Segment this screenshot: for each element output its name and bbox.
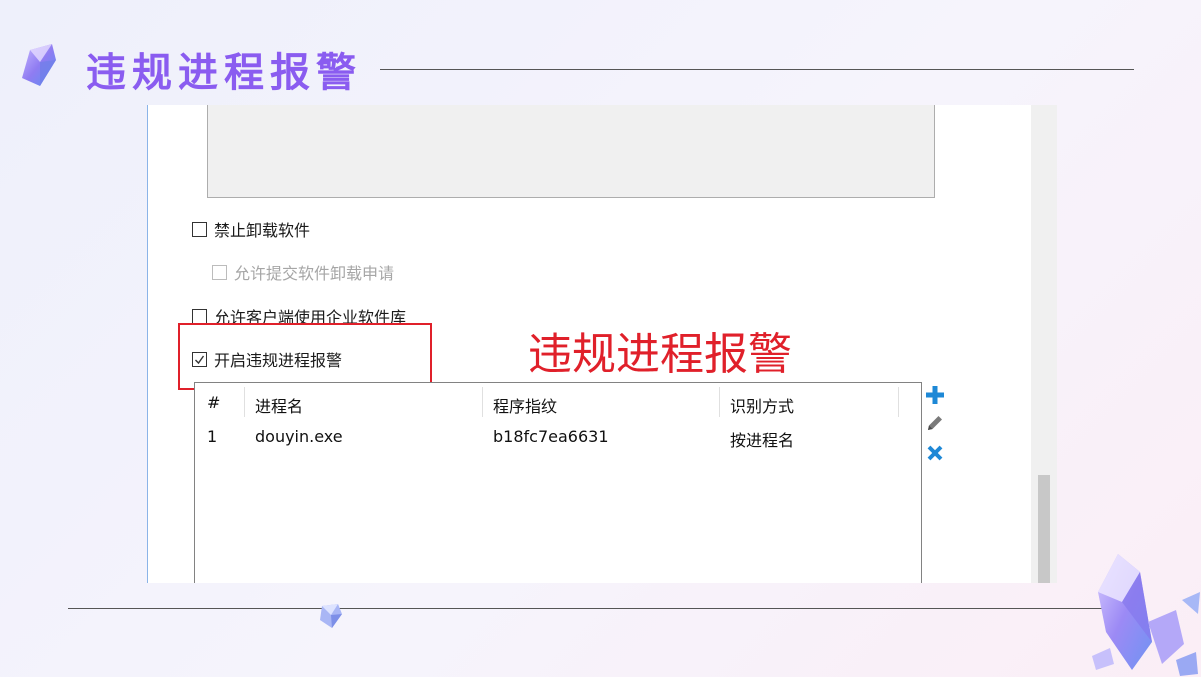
process-table[interactable]: # 进程名 程序指纹 识别方式 1 douyin.exe b18fc7ea663… bbox=[194, 382, 922, 583]
scrollbar-thumb[interactable] bbox=[1038, 475, 1050, 583]
col-method[interactable]: 识别方式 bbox=[730, 393, 794, 417]
check-icon bbox=[195, 355, 205, 364]
slide-title: 违规进程报警 bbox=[86, 50, 362, 96]
table-header: # 进程名 程序指纹 识别方式 bbox=[195, 383, 899, 421]
pencil-icon bbox=[928, 416, 942, 430]
delete-button[interactable] bbox=[924, 442, 946, 464]
col-index[interactable]: # bbox=[207, 393, 220, 412]
cell-fingerprint: b18fc7ea6631 bbox=[493, 427, 609, 446]
option-forbid-uninstall[interactable]: 禁止卸载软件 bbox=[192, 217, 310, 241]
checkbox-checked[interactable] bbox=[192, 351, 207, 367]
close-icon bbox=[927, 445, 943, 461]
crystal-icon bbox=[320, 604, 342, 628]
checkbox[interactable] bbox=[192, 308, 207, 324]
option-label: 禁止卸载软件 bbox=[214, 221, 311, 240]
option-enable-violation-alarm[interactable]: 开启违规进程报警 bbox=[192, 347, 342, 371]
col-fingerprint[interactable]: 程序指纹 bbox=[493, 393, 557, 417]
checkbox[interactable] bbox=[192, 221, 207, 237]
checkbox bbox=[212, 264, 227, 280]
edit-button[interactable] bbox=[924, 412, 946, 434]
crystal-icon bbox=[22, 44, 56, 86]
text-area[interactable] bbox=[207, 105, 935, 198]
cell-method: 按进程名 bbox=[730, 431, 795, 450]
scrollbar[interactable] bbox=[1031, 105, 1057, 583]
title-divider bbox=[380, 69, 1134, 70]
bottom-divider bbox=[68, 608, 1108, 609]
plus-icon bbox=[926, 386, 944, 404]
cell-index: 1 bbox=[207, 427, 218, 446]
add-button[interactable] bbox=[924, 384, 946, 406]
col-process-name[interactable]: 进程名 bbox=[255, 393, 303, 417]
option-label: 允许提交软件卸载申请 bbox=[234, 264, 395, 283]
option-label: 开启违规进程报警 bbox=[214, 351, 343, 370]
table-row[interactable]: 1 douyin.exe b18fc7ea6631 按进程名 bbox=[195, 427, 899, 451]
cell-process-name: douyin.exe bbox=[255, 427, 343, 446]
crystal-cluster-icon bbox=[1092, 554, 1200, 676]
option-allow-uninstall-request: 允许提交软件卸载申请 bbox=[212, 260, 394, 284]
annotation-label: 违规进程报警 bbox=[528, 329, 792, 380]
